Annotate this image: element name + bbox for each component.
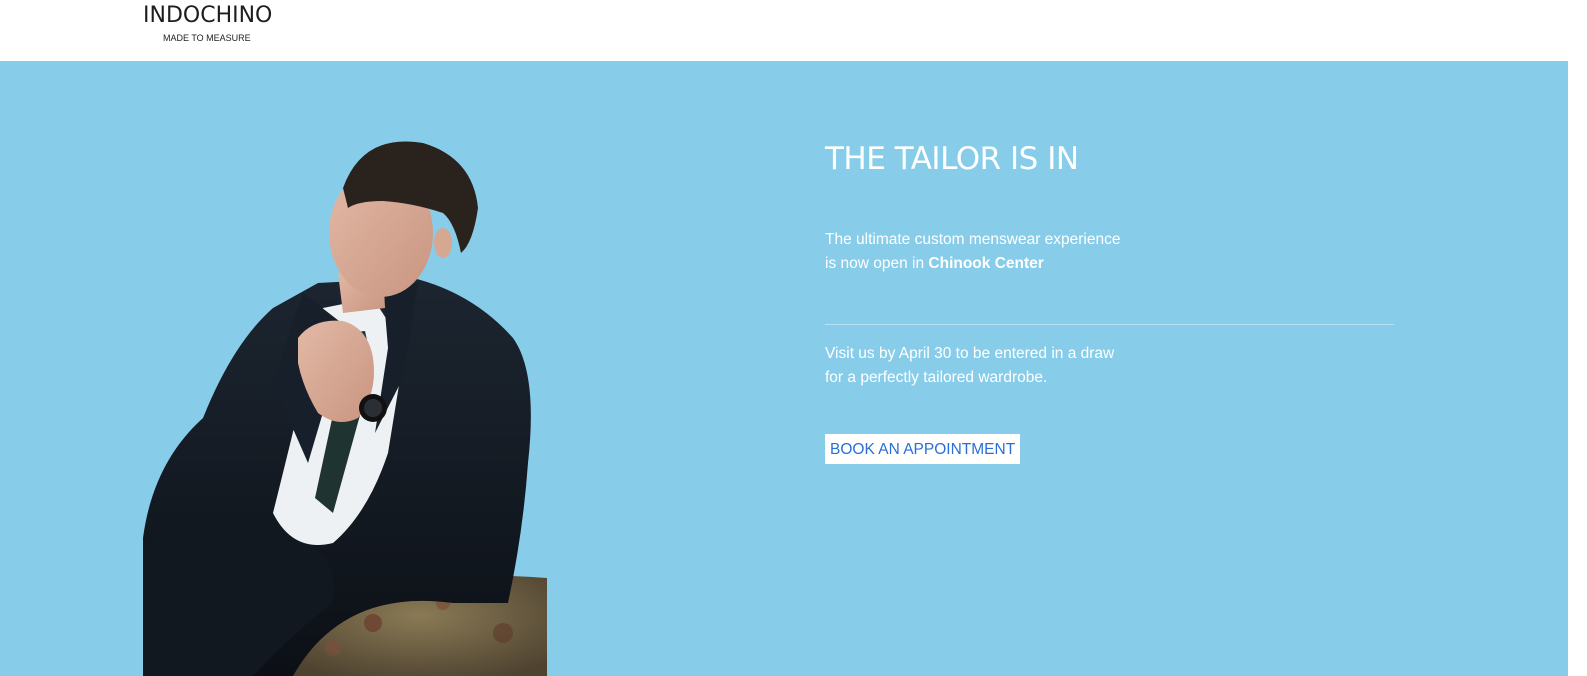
page: INDOCHINO MADE TO MEASURE THE TAILOR IS … [0, 0, 1587, 676]
hero-intro: The ultimate custom menswear experience … [825, 228, 1165, 276]
intro-line-2-prefix: is now open in [825, 255, 929, 272]
page-scrollbar[interactable] [1568, 61, 1587, 676]
hero-headline: THE TAILOR IS IN [825, 141, 1079, 177]
visit-line-1: Visit us by April 30 to be entered in a … [825, 345, 1115, 362]
top-header: INDOCHINO MADE TO MEASURE [0, 0, 1587, 61]
hero-banner: THE TAILOR IS IN The ultimate custom men… [0, 61, 1568, 676]
section-divider [825, 324, 1394, 325]
book-appointment-button[interactable]: BOOK AN APPOINTMENT [825, 434, 1021, 464]
logo-tagline: MADE TO MEASURE [163, 33, 251, 43]
hero-photo [143, 133, 547, 676]
contest-text: Visit us by April 30 to be entered in a … [825, 342, 1165, 390]
visit-line-2: for a perfectly tailored wardrobe. [825, 369, 1048, 386]
brand-logo[interactable]: INDOCHINO MADE TO MEASURE [143, 3, 293, 43]
logo-wordmark: INDOCHINO [143, 3, 273, 28]
store-location: Chinook Center [928, 255, 1044, 272]
intro-line-1: The ultimate custom menswear experience [825, 231, 1121, 248]
